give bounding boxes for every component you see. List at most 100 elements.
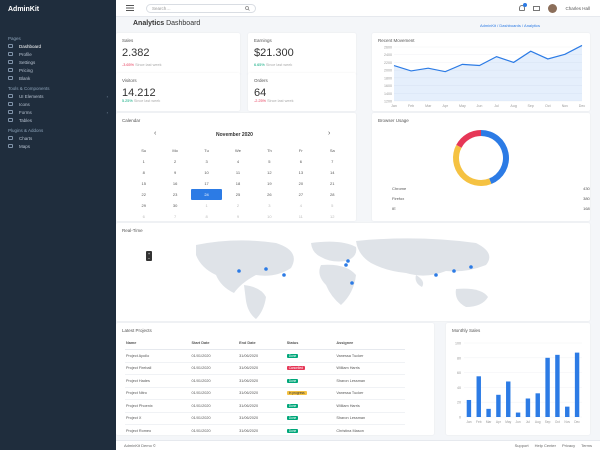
calendar-day[interactable]: 1 — [128, 156, 159, 167]
avatar[interactable] — [548, 3, 558, 13]
calendar-day[interactable]: 2 — [159, 156, 190, 167]
table-row[interactable]: Project X 01/01/2020 31/06/2020 Done Sharon … — [125, 412, 405, 425]
map-marker[interactable] — [282, 273, 286, 277]
bar[interactable] — [555, 354, 560, 417]
calendar-day[interactable]: 16 — [159, 178, 190, 189]
table-header[interactable]: End Date — [238, 337, 286, 350]
calendar-day[interactable]: 12 — [254, 167, 285, 178]
table-header[interactable]: Start Date — [190, 337, 239, 350]
bar[interactable] — [466, 399, 472, 417]
bar[interactable] — [486, 408, 491, 417]
bar[interactable] — [525, 398, 531, 418]
calendar-day[interactable]: 24 — [190, 189, 223, 200]
map-marker[interactable] — [344, 263, 348, 267]
sidebar-item-profile[interactable]: Profile — [0, 50, 116, 58]
table-header[interactable]: Name — [125, 337, 191, 350]
calendar-day[interactable]: 10 — [191, 167, 222, 178]
table-row[interactable]: Project Romeo 01/01/2020 31/06/2020 Done Chr… — [125, 424, 405, 435]
table-row[interactable]: Project Fireball 01/01/2020 31/06/2020 Canc… — [125, 362, 405, 375]
calendar-day[interactable]: 5 — [254, 156, 285, 167]
calendar-day[interactable]: 4 — [285, 200, 316, 211]
search-input[interactable]: Search… — [146, 3, 256, 13]
pie-slice-chrome[interactable] — [481, 130, 509, 185]
table-row[interactable]: Project Phoenix 01/01/2020 31/06/2020 Done W… — [125, 399, 405, 413]
calendar-day[interactable]: 29 — [128, 200, 159, 211]
table-row[interactable]: Project Hades 01/01/2020 31/06/2020 Done Sha… — [125, 374, 405, 388]
sidebar-item-dashboard[interactable]: Dashboard — [0, 42, 116, 50]
sidebar-item-maps[interactable]: Maps — [0, 142, 116, 150]
calendar-day[interactable]: 1 — [191, 200, 222, 211]
calendar-day[interactable]: 28 — [317, 189, 348, 200]
calendar-day[interactable]: 6 — [128, 211, 159, 221]
calendar-next-icon[interactable]: › — [328, 130, 330, 137]
calendar-day[interactable]: 5 — [317, 200, 348, 211]
calendar-day[interactable]: 27 — [285, 189, 316, 200]
calendar-day[interactable]: 2 — [222, 200, 253, 211]
calendar-day[interactable]: 6 — [285, 156, 316, 167]
map-marker[interactable] — [346, 259, 350, 263]
bar[interactable] — [574, 352, 580, 417]
footer-link[interactable]: Terms — [581, 443, 592, 448]
calendar-day[interactable]: 10 — [254, 211, 285, 221]
calendar-day[interactable]: 21 — [317, 178, 348, 189]
pie-slice-ie[interactable] — [456, 130, 481, 148]
map-marker[interactable] — [350, 281, 354, 285]
bar[interactable] — [535, 393, 540, 417]
bar[interactable] — [545, 357, 550, 417]
calendar-prev-icon[interactable]: ‹ — [154, 130, 156, 137]
calendar-day[interactable]: 3 — [254, 200, 285, 211]
sidebar-item-ui-elements[interactable]: UI Elements › — [0, 92, 116, 100]
map-marker[interactable] — [434, 273, 438, 277]
calendar-day[interactable]: 20 — [285, 178, 316, 189]
calendar-day[interactable]: 15 — [128, 178, 159, 189]
calendar-day[interactable]: 4 — [222, 156, 253, 167]
sidebar-item-pricing[interactable]: Pricing — [0, 66, 116, 74]
calendar-day[interactable]: 11 — [285, 211, 316, 221]
calendar-day[interactable]: 12 — [317, 211, 348, 221]
map-marker[interactable] — [264, 267, 268, 271]
bar[interactable] — [515, 412, 521, 417]
sidebar-item-charts[interactable]: Charts — [0, 134, 116, 142]
notifications-bell-icon[interactable] — [519, 3, 528, 11]
table-header[interactable]: Assignee — [335, 337, 405, 350]
calendar-day[interactable]: 14 — [317, 167, 348, 178]
table-row[interactable]: Project Nitro 01/01/2020 31/06/2020 In prog… — [125, 387, 405, 400]
calendar-day[interactable]: 23 — [159, 189, 190, 200]
brand-logo[interactable]: AdminKit — [0, 0, 116, 32]
calendar-day[interactable]: 13 — [285, 167, 316, 178]
bar[interactable] — [476, 376, 481, 417]
sidebar-item-settings[interactable]: Settings — [0, 58, 116, 66]
bar[interactable] — [565, 406, 570, 417]
map-marker[interactable] — [452, 269, 456, 273]
calendar-day[interactable]: 26 — [254, 189, 285, 200]
calendar-day[interactable]: 22 — [128, 189, 159, 200]
pie-slice-firefox[interactable] — [453, 144, 492, 186]
calendar-day[interactable]: 9 — [159, 167, 190, 178]
footer-link[interactable]: Help Center — [535, 443, 556, 448]
calendar-day[interactable]: 9 — [222, 211, 253, 221]
calendar-day[interactable]: 7 — [317, 156, 348, 167]
map-marker[interactable] — [469, 265, 473, 269]
calendar-day[interactable]: 25 — [222, 189, 253, 200]
footer-link[interactable]: Privacy — [562, 443, 575, 448]
user-name[interactable]: Charles Hall — [565, 6, 590, 11]
calendar-day[interactable]: 19 — [254, 178, 285, 189]
table-row[interactable]: Project Apollo 01/01/2020 31/06/2020 Done Va… — [125, 349, 405, 363]
calendar-day[interactable]: 7 — [159, 211, 190, 221]
sidebar-item-icons[interactable]: Icons — [0, 100, 116, 108]
calendar-day[interactable]: 17 — [191, 178, 222, 189]
sidebar-item-forms[interactable]: Forms › — [0, 108, 116, 116]
map-marker[interactable] — [237, 269, 241, 273]
bar[interactable] — [496, 394, 501, 417]
menu-toggle-icon[interactable] — [126, 5, 134, 11]
calendar-day[interactable]: 8 — [191, 211, 222, 221]
calendar-day[interactable]: 11 — [222, 167, 253, 178]
messages-icon[interactable] — [533, 5, 541, 11]
sidebar-item-tables[interactable]: Tables — [0, 116, 116, 124]
footer-link[interactable]: Support — [515, 443, 529, 448]
calendar-day[interactable]: 30 — [159, 200, 190, 211]
bar[interactable] — [506, 381, 511, 417]
sidebar-item-blank[interactable]: Blank — [0, 74, 116, 82]
table-header[interactable]: Status — [285, 337, 336, 350]
breadcrumb[interactable]: AdminKit / Dashboards / Analytics — [480, 23, 540, 28]
